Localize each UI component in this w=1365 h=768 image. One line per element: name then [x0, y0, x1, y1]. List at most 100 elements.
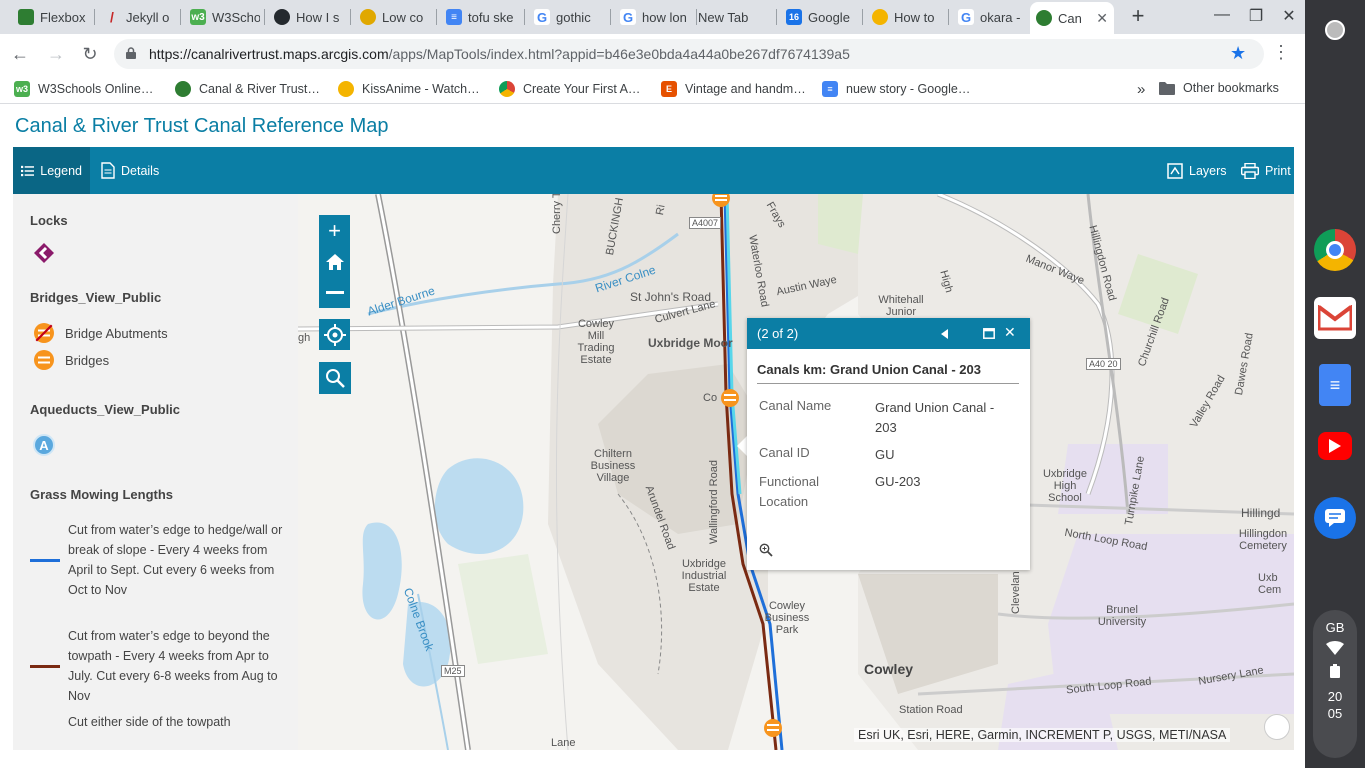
tab-label: gothic	[556, 9, 591, 25]
google-favicon-icon: G	[958, 9, 974, 25]
bridge-icon	[34, 350, 54, 370]
tab-how-long[interactable]: G how lon	[614, 4, 694, 30]
lock-icon	[126, 47, 136, 59]
tab-label: okara -	[980, 9, 1021, 25]
previous-feature-icon[interactable]	[941, 329, 949, 339]
print-button[interactable]: Print	[1233, 147, 1299, 194]
legend-panel: Locks Bridges_View_Public Bridge Abutmen…	[13, 194, 298, 750]
back-arrow-icon[interactable]: ←	[8, 42, 32, 66]
tab-label: How I s	[296, 9, 340, 25]
globe-favicon-icon	[1036, 10, 1052, 26]
tab-canal-map-active[interactable]: Can ✕	[1030, 2, 1114, 34]
layers-icon	[1167, 162, 1183, 179]
field-label: Canal ID	[759, 445, 810, 460]
screen: Flexbox / Jekyll o w3 W3Scho How I s Low…	[0, 0, 1365, 768]
map-view[interactable]: Cherry Tree Lane BUCKINGH River Colne Al…	[298, 194, 1294, 750]
legend-heading-bridges: Bridges_View_Public	[30, 290, 162, 305]
tab-tofu-sketch[interactable]: ≡ tofu ske	[440, 4, 522, 30]
legend-heading-mowing: Grass Mowing Lengths	[30, 487, 174, 502]
details-button[interactable]: Details	[93, 147, 167, 194]
maximize-icon[interactable]: ❐	[1246, 6, 1266, 26]
lock-chevron-icon	[34, 243, 54, 263]
feature-popup: (2 of 2) ✕ Canals km: Grand Union Canal …	[747, 318, 1030, 570]
reload-icon[interactable]: ↻	[78, 42, 102, 66]
tab-strip: Flexbox / Jekyll o w3 W3Scho How I s Low…	[0, 0, 1305, 34]
avatar-favicon-icon	[872, 9, 888, 25]
youtube-app-icon[interactable]	[1318, 432, 1352, 460]
froggy-favicon-icon	[18, 9, 34, 25]
bookmark-canal-river-trust[interactable]: Canal & River Trust…	[175, 81, 320, 97]
status-tray[interactable]: GB 20 05	[1313, 610, 1357, 758]
google-favicon-icon: G	[534, 9, 550, 25]
locate-button[interactable]	[319, 319, 350, 350]
legend-item-mowing-1: Cut from water’s edge to hedge/wall or b…	[30, 520, 293, 600]
chrome-app-icon[interactable]	[1314, 229, 1356, 271]
legend-button[interactable]: Legend	[13, 147, 90, 194]
other-bookmarks[interactable]: Other bookmarks	[1159, 81, 1279, 95]
aqueduct-symbol: A	[33, 434, 55, 456]
close-popup-icon[interactable]: ✕	[1004, 324, 1016, 341]
search-button[interactable]	[319, 362, 351, 394]
chromeos-shelf: ≡ GB 20 05	[1305, 0, 1365, 768]
tab-flexbox[interactable]: Flexbox	[12, 4, 92, 30]
home-button[interactable]	[319, 246, 350, 277]
pen-favicon-icon: /	[110, 9, 114, 25]
battery-icon	[1330, 664, 1340, 678]
google-favicon-icon: G	[620, 9, 636, 25]
tab-google-calendar[interactable]: 16 Google	[780, 4, 860, 30]
layers-button[interactable]: Layers	[1159, 147, 1235, 194]
maximize-popup-icon[interactable]	[983, 328, 995, 339]
close-tab-icon[interactable]: ✕	[1096, 10, 1108, 27]
bookmark-star-icon[interactable]: ★	[1230, 43, 1246, 64]
close-window-icon[interactable]: ✕	[1279, 6, 1299, 26]
popup-title: Canals km: Grand Union Canal - 203	[757, 362, 1019, 384]
bridge-marker[interactable]	[764, 719, 782, 737]
zoom-out-button[interactable]	[319, 277, 350, 308]
tab-gothic[interactable]: G gothic	[528, 4, 608, 30]
crosshair-icon	[323, 323, 346, 346]
bookmark-etsy[interactable]: E Vintage and handm…	[661, 81, 806, 97]
search-icon	[326, 369, 345, 388]
minus-icon	[325, 290, 344, 294]
docs-icon: ≡	[822, 81, 838, 97]
lock-symbol	[33, 242, 55, 264]
zoom-in-button[interactable]: +	[319, 215, 350, 246]
messages-app-icon[interactable]	[1314, 497, 1356, 539]
address-bar[interactable]: https://canalrivertrust.maps.arcgis.com/…	[114, 39, 1264, 69]
tab-label: Low co	[382, 9, 424, 25]
printer-icon	[1241, 162, 1259, 179]
bookmark-w3schools[interactable]: w3 W3Schools Online…	[14, 81, 153, 97]
app-title: Canal & River Trust Canal Reference Map	[15, 115, 389, 137]
popup-header: (2 of 2) ✕	[747, 318, 1030, 349]
tab-github[interactable]: How I s	[268, 4, 348, 30]
bridge-marker[interactable]	[721, 389, 739, 407]
docs-app-icon[interactable]: ≡	[1319, 364, 1351, 406]
bookmark-create-first-app[interactable]: Create Your First A…	[499, 81, 640, 97]
tab-jekyll[interactable]: / Jekyll o	[98, 4, 178, 30]
user-avatar-icon[interactable]	[1264, 714, 1290, 740]
bookmark-nuew-story[interactable]: ≡ nuew story - Google…	[822, 81, 970, 97]
browser-toolbar: ← → ↻ https://canalrivertrust.maps.arcgi…	[0, 34, 1305, 74]
popup-counter: (2 of 2)	[757, 326, 799, 341]
tab-w3schools[interactable]: w3 W3Scho	[184, 4, 260, 30]
gmail-app-icon[interactable]	[1314, 297, 1356, 339]
home-icon	[325, 253, 344, 270]
new-tab-button[interactable]: +	[1126, 4, 1150, 28]
legend-item-bridges: Bridges	[33, 349, 109, 371]
folder-icon	[1159, 82, 1175, 95]
tab-new-tab[interactable]: New Tab	[692, 4, 774, 30]
chrome-icon	[499, 81, 515, 97]
etsy-icon: E	[661, 81, 677, 97]
w3schools-favicon-icon: w3	[190, 9, 206, 25]
more-menu-icon[interactable]: ⋮	[1272, 42, 1290, 63]
zoom-to-icon[interactable]	[759, 543, 773, 557]
tab-low-code[interactable]: Low co	[354, 4, 434, 30]
minimize-icon[interactable]: —	[1212, 6, 1232, 24]
field-label: Canal Name	[759, 398, 832, 413]
forward-arrow-icon[interactable]: →	[44, 42, 68, 66]
bookmarks-overflow-icon[interactable]: »	[1137, 81, 1145, 98]
tab-okara[interactable]: G okara -	[952, 4, 1028, 30]
launcher-icon[interactable]	[1325, 20, 1345, 40]
tab-how-to[interactable]: How to	[866, 4, 946, 30]
bookmark-kissanime[interactable]: KissAnime - Watch…	[338, 81, 480, 97]
